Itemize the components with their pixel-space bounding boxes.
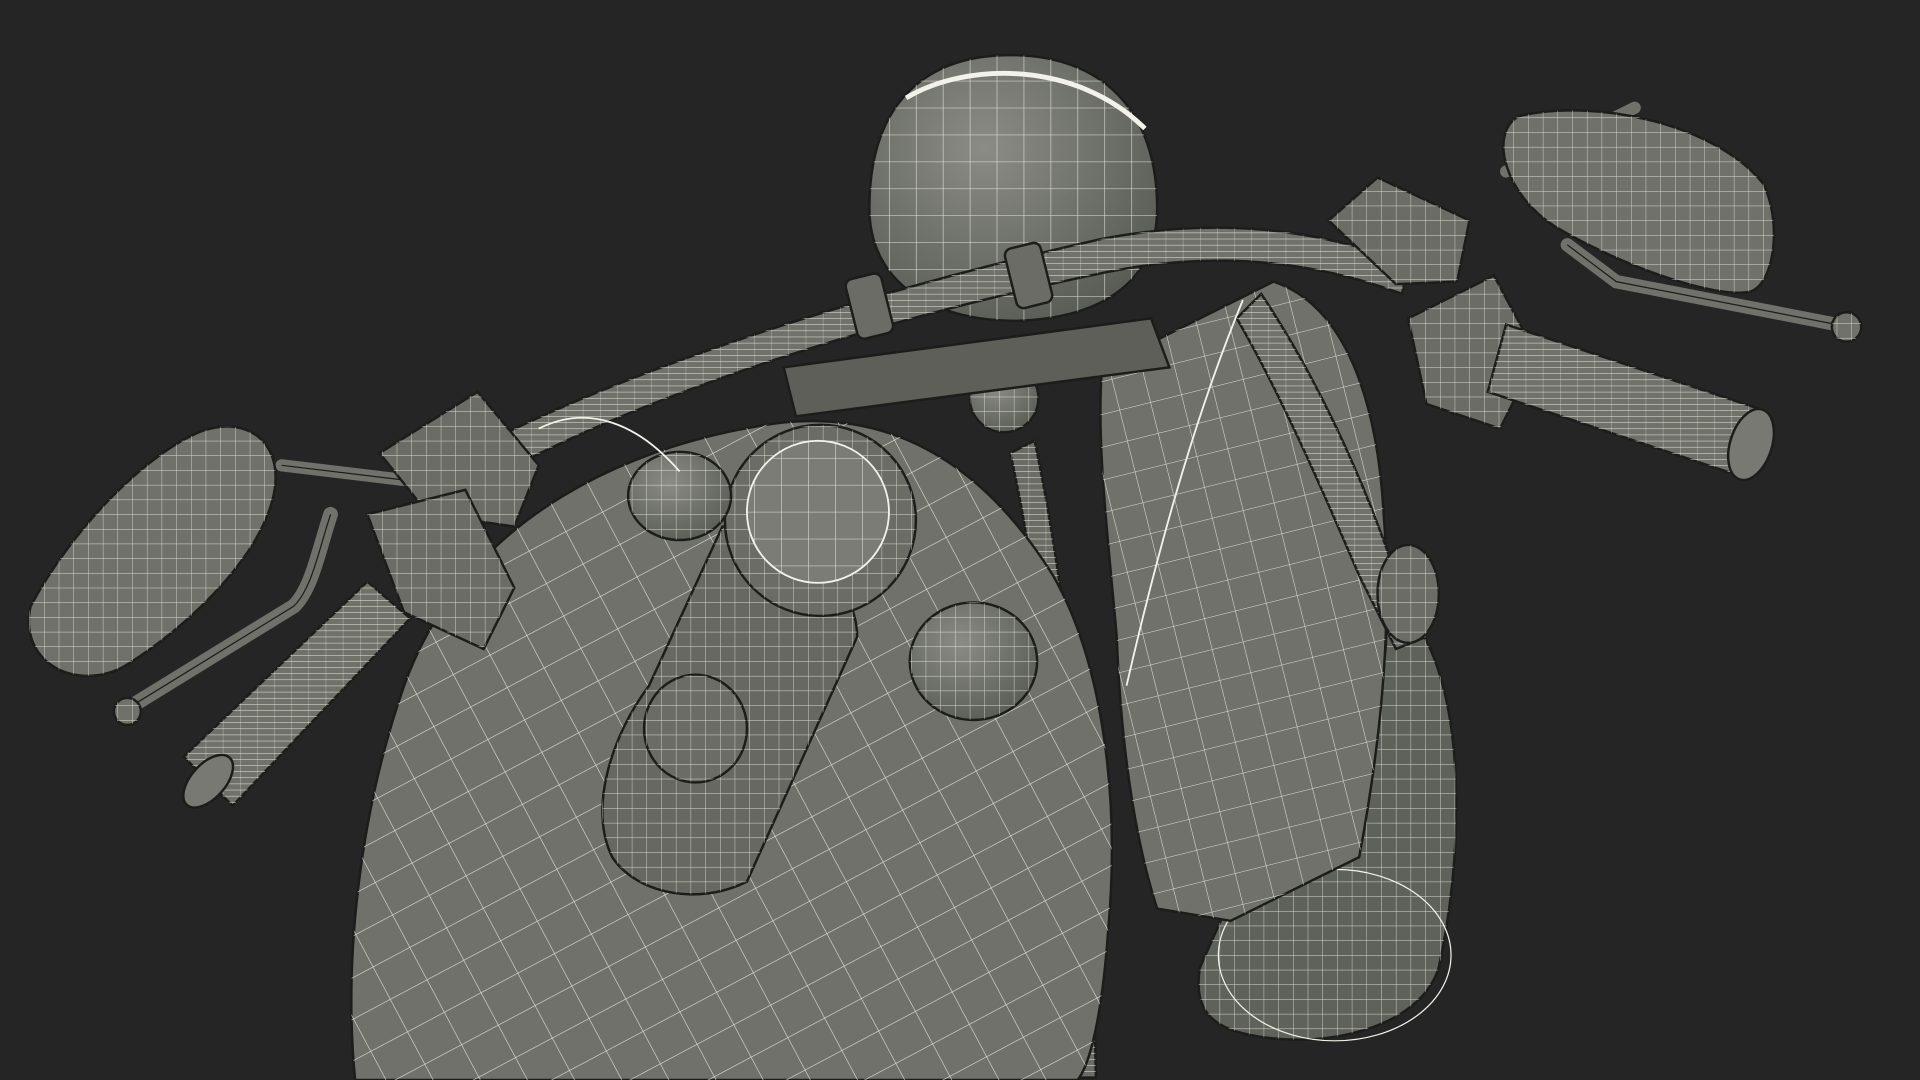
fuel-cap-right <box>908 601 1039 722</box>
left-grip <box>181 579 412 809</box>
speedometer-gauge <box>723 423 918 618</box>
front-fender <box>1099 280 1388 923</box>
ignition-knob <box>642 673 749 784</box>
throttle-grip <box>1486 322 1776 482</box>
fuel-cap-left <box>626 450 733 542</box>
right-mirror <box>1500 101 1776 294</box>
motorcycle-wireframe-render <box>27 53 1863 1080</box>
